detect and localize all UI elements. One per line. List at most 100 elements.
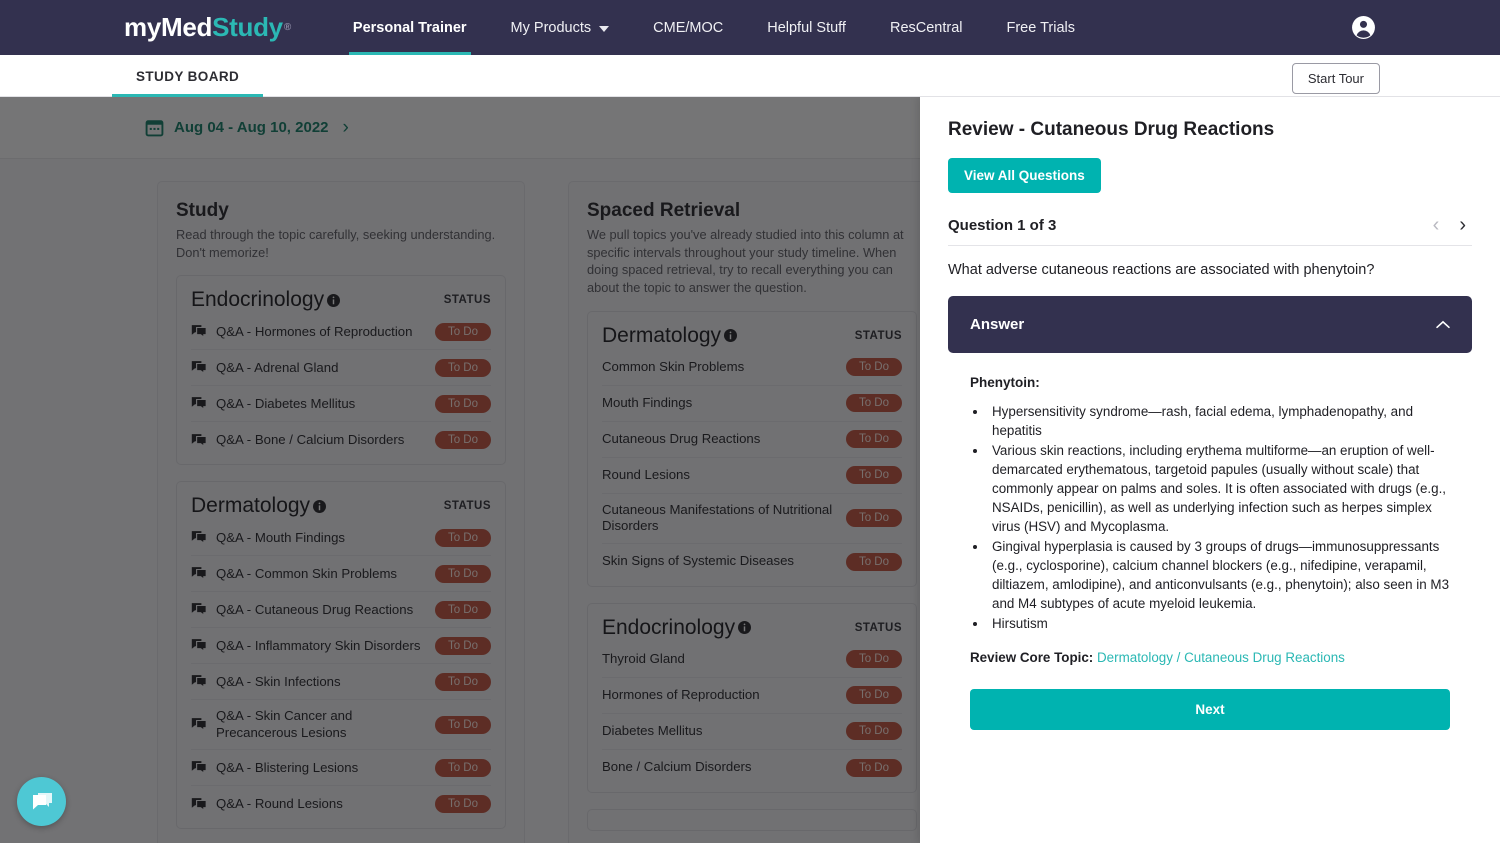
- core-topic-link[interactable]: Dermatology / Cutaneous Drug Reactions: [1097, 650, 1345, 665]
- status-badge[interactable]: To Do: [845, 552, 902, 571]
- status-badge[interactable]: To Do: [434, 358, 491, 377]
- status-badge[interactable]: To Do: [434, 528, 491, 547]
- table-row[interactable]: Q&A - Cutaneous Drug Reactions To Do: [191, 592, 491, 629]
- row-label: Mouth Findings: [602, 394, 693, 410]
- card-title: Dermatology: [602, 324, 738, 348]
- info-icon[interactable]: [724, 329, 738, 343]
- table-row[interactable]: Q&A - Inflammatory Skin Disorders To Do: [191, 628, 491, 665]
- info-icon[interactable]: [313, 499, 327, 513]
- status-badge[interactable]: To Do: [434, 322, 491, 341]
- card-title-text: Dermatology: [191, 494, 311, 518]
- account-menu-button[interactable]: [1351, 0, 1376, 55]
- nav-item-helpful-stuff[interactable]: Helpful Stuff: [745, 0, 868, 55]
- date-range-selector[interactable]: Aug 04 - Aug 10, 2022 ›: [145, 118, 349, 137]
- list-item: Hypersensitivity syndrome—rash, facial e…: [988, 402, 1450, 440]
- brand-logo[interactable]: my Med Study ®: [124, 0, 291, 55]
- card-title-text: Endocrinology: [191, 288, 325, 312]
- status-badge[interactable]: To Do: [434, 672, 491, 691]
- table-row[interactable]: Diabetes Mellitus To Do: [602, 714, 902, 750]
- table-row[interactable]: Mouth Findings To Do: [602, 386, 902, 422]
- row-label: Cutaneous Manifestations of Nutritional …: [602, 501, 833, 534]
- qa-chat-icon: [191, 603, 207, 617]
- status-badge[interactable]: To Do: [845, 466, 902, 485]
- table-row[interactable]: Thyroid Gland To Do: [602, 642, 902, 678]
- status-badge[interactable]: To Do: [434, 715, 491, 734]
- card-title: Endocrinology: [191, 288, 341, 312]
- table-row[interactable]: Q&A - Mouth Findings To Do: [191, 520, 491, 557]
- answer-accordion-header[interactable]: Answer: [948, 296, 1472, 353]
- tab-study-board[interactable]: STUDY BOARD: [112, 55, 264, 97]
- logo-trademark: ®: [283, 22, 291, 33]
- status-badge[interactable]: To Do: [845, 686, 902, 705]
- prev-question-button[interactable]: ‹: [1433, 215, 1440, 235]
- status-column-header: STATUS: [854, 329, 902, 342]
- row-label: Cutaneous Drug Reactions: [602, 430, 761, 446]
- next-question-button[interactable]: ›: [1459, 215, 1466, 235]
- next-button[interactable]: Next: [970, 689, 1450, 731]
- table-row[interactable]: Q&A - Hormones of Reproduction To Do: [191, 314, 491, 351]
- table-row[interactable]: Common Skin Problems To Do: [602, 350, 902, 386]
- view-all-questions-button[interactable]: View All Questions: [948, 158, 1101, 193]
- row-left: Q&A - Cutaneous Drug Reactions: [191, 602, 425, 619]
- topic-card-dermatology-spaced: Dermatology STATUS Common Skin Problems: [587, 310, 917, 587]
- status-badge[interactable]: To Do: [434, 564, 491, 583]
- info-icon[interactable]: [738, 621, 752, 635]
- status-badge[interactable]: To Do: [845, 394, 902, 413]
- row-label: Q&A - Skin Cancer and Precancerous Lesio…: [216, 708, 353, 740]
- table-row[interactable]: Q&A - Bone / Calcium Disorders To Do: [191, 422, 491, 458]
- table-row[interactable]: Hormones of Reproduction To Do: [602, 678, 902, 714]
- start-tour-label: Start Tour: [1307, 71, 1364, 86]
- nav-item-my-products[interactable]: My Products: [489, 0, 632, 55]
- table-row[interactable]: Q&A - Blistering Lesions To Do: [191, 750, 491, 787]
- row-left: Q&A - Adrenal Gland: [191, 360, 425, 377]
- table-row[interactable]: Q&A - Common Skin Problems To Do: [191, 556, 491, 593]
- app-root: my Med Study ® Personal Trainer My Products…: [0, 0, 1500, 843]
- status-badge[interactable]: To Do: [845, 509, 902, 528]
- table-row[interactable]: Bone / Calcium Disorders To Do: [602, 750, 902, 786]
- status-badge[interactable]: To Do: [434, 600, 491, 619]
- table-row[interactable]: Cutaneous Manifestations of Nutritional …: [602, 494, 902, 544]
- row-label: Q&A - Adrenal Gland: [216, 359, 339, 375]
- account-circle-icon: [1352, 16, 1375, 39]
- card-header: Endocrinology STATUS: [602, 616, 902, 640]
- status-badge[interactable]: To Do: [434, 758, 491, 777]
- status-badge[interactable]: To Do: [845, 650, 902, 669]
- nav-item-cme-moc[interactable]: CME/MOC: [631, 0, 745, 55]
- qa-chat-icon: [191, 797, 207, 812]
- status-badge[interactable]: To Do: [845, 758, 902, 777]
- nav-item-free-trials[interactable]: Free Trials: [985, 0, 1098, 55]
- table-row[interactable]: Cutaneous Drug Reactions To Do: [602, 422, 902, 458]
- core-topic-label: Review Core Topic:: [970, 650, 1094, 666]
- row-label: Q&A - Skin Infections: [216, 673, 341, 689]
- table-row[interactable]: Round Lesions To Do: [602, 458, 902, 494]
- chat-widget-button[interactable]: [17, 777, 66, 826]
- table-row[interactable]: Q&A - Skin Infections To Do: [191, 664, 491, 701]
- status-badge[interactable]: To Do: [434, 394, 491, 413]
- status-badge[interactable]: To Do: [434, 431, 491, 450]
- answer-accordion-label: Answer: [970, 316, 1025, 333]
- status-badge[interactable]: To Do: [434, 795, 491, 814]
- page-title: Review - Cutaneous Drug Reactions: [948, 119, 1275, 140]
- status-badge[interactable]: To Do: [845, 430, 902, 449]
- table-row[interactable]: Q&A - Diabetes Mellitus To Do: [191, 386, 491, 423]
- table-row[interactable]: Skin Signs of Systemic Diseases To Do: [602, 544, 902, 580]
- logo-my: my: [124, 12, 161, 42]
- row-left: Thyroid Gland: [602, 651, 836, 668]
- date-navigation-row: Aug 04 - Aug 10, 2022 ›: [0, 97, 920, 159]
- nav-item-rescentral[interactable]: ResCentral: [868, 0, 985, 55]
- start-tour-button[interactable]: Start Tour: [1291, 63, 1380, 94]
- info-icon[interactable]: [327, 293, 341, 307]
- status-badge[interactable]: To Do: [845, 722, 902, 741]
- row-left: Cutaneous Manifestations of Nutritional …: [602, 502, 836, 535]
- nav-item-personal-trainer[interactable]: Personal Trainer: [331, 0, 489, 55]
- table-row[interactable]: Q&A - Skin Cancer and Precancerous Lesio…: [191, 700, 491, 751]
- table-row[interactable]: Q&A - Round Lesions To Do: [191, 786, 491, 822]
- table-row[interactable]: Q&A - Adrenal Gland To Do: [191, 350, 491, 387]
- nav-label: CME/MOC: [653, 19, 724, 36]
- chevron-right-icon[interactable]: ›: [343, 118, 349, 137]
- status-badge[interactable]: To Do: [434, 636, 491, 655]
- status-badge[interactable]: To Do: [845, 358, 902, 377]
- row-left: Q&A - Round Lesions: [191, 796, 425, 813]
- row-left: Q&A - Skin Cancer and Precancerous Lesio…: [191, 708, 425, 741]
- row-left: Round Lesions: [602, 467, 836, 484]
